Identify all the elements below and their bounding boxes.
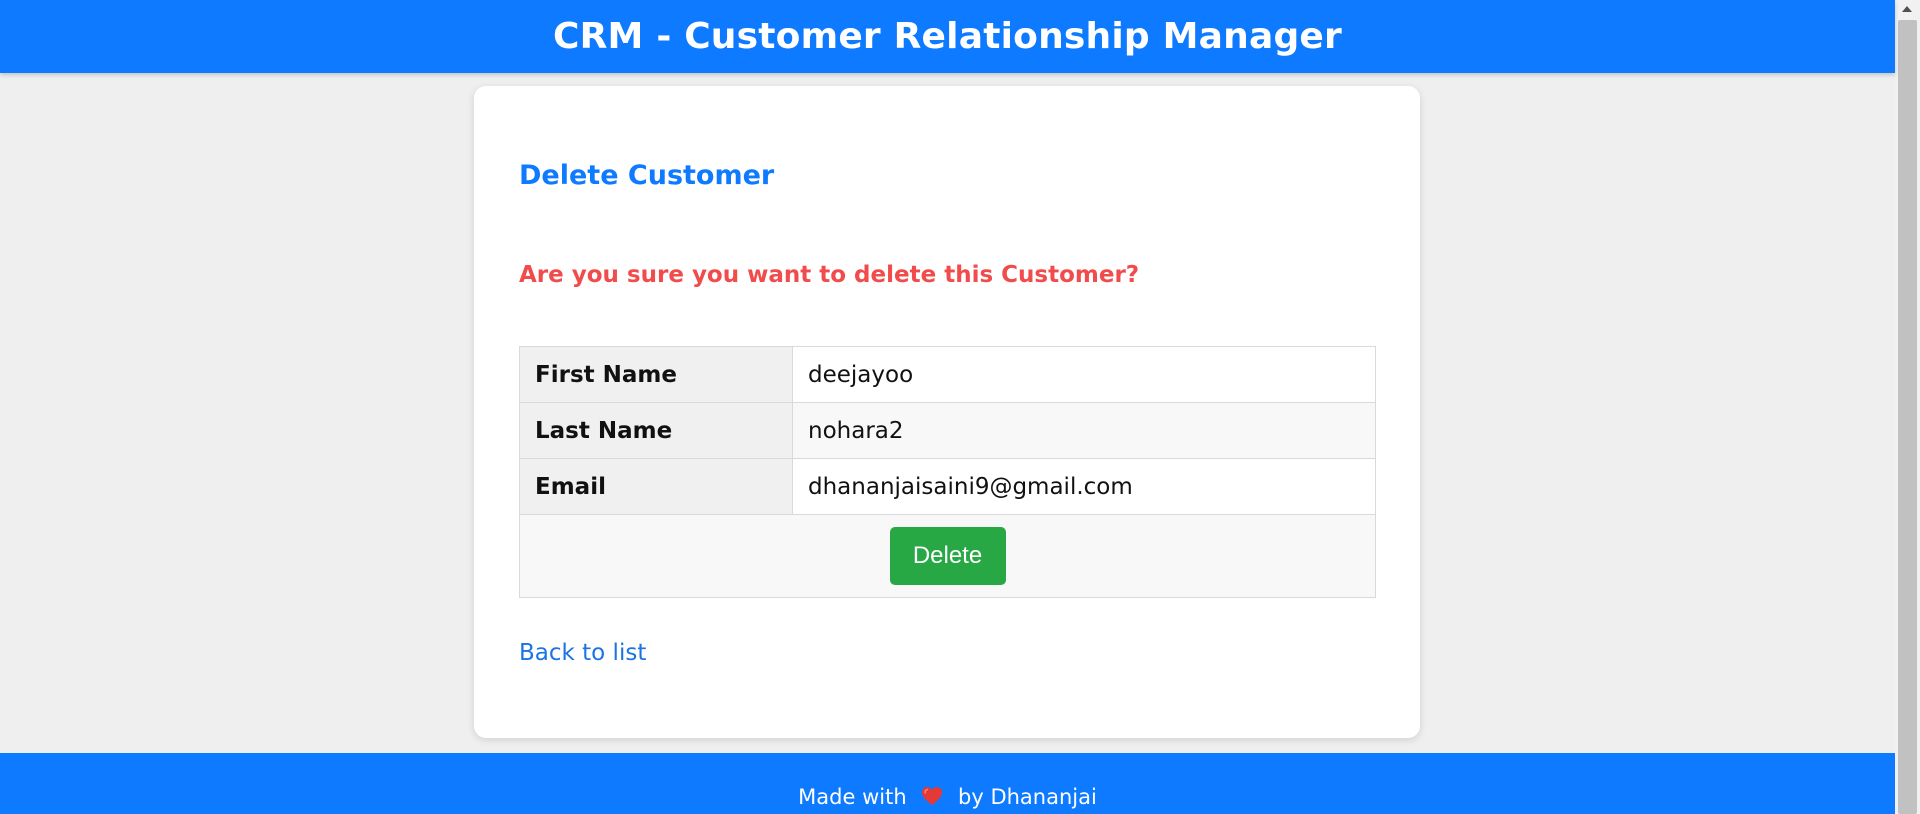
- delete-customer-card: Delete Customer Are you sure you want to…: [474, 86, 1420, 738]
- table-row: First Name deejayoo: [519, 346, 1376, 403]
- first-name-label: First Name: [519, 346, 793, 403]
- heart-icon: [921, 755, 943, 814]
- page-title: Delete Customer: [519, 160, 775, 191]
- back-to-list-link[interactable]: Back to list: [519, 640, 646, 666]
- footer-made-with-text: Made with: [798, 785, 907, 809]
- action-row: Delete: [519, 514, 1376, 598]
- table-row: Last Name nohara2: [519, 402, 1376, 459]
- delete-button[interactable]: Delete: [889, 527, 1006, 585]
- customer-details-table: First Name deejayoo Last Name nohara2 Em…: [519, 346, 1376, 598]
- table-row: Email dhananjaisaini9@gmail.com: [519, 458, 1376, 515]
- action-cell: Delete: [519, 514, 1376, 598]
- email-label: Email: [519, 458, 793, 515]
- scrollbar-thumb[interactable]: [1898, 20, 1917, 814]
- footer-author-text: by Dhananjai: [958, 785, 1097, 809]
- first-name-value: deejayoo: [792, 346, 1376, 403]
- email-value: dhananjaisaini9@gmail.com: [792, 458, 1376, 515]
- vertical-scrollbar[interactable]: [1895, 0, 1920, 814]
- page: CRM - Customer Relationship Manager Dele…: [0, 0, 1895, 814]
- scroll-up-arrow-icon[interactable]: [1902, 6, 1912, 12]
- last-name-label: Last Name: [519, 402, 793, 459]
- app-header: CRM - Customer Relationship Manager: [0, 0, 1895, 73]
- browser-viewport: CRM - Customer Relationship Manager Dele…: [0, 0, 1920, 814]
- app-title: CRM - Customer Relationship Manager: [553, 16, 1342, 57]
- delete-warning: Are you sure you want to delete this Cus…: [519, 262, 1140, 288]
- last-name-value: nohara2: [792, 402, 1376, 459]
- footer: Made with by Dhananjai: [0, 753, 1895, 814]
